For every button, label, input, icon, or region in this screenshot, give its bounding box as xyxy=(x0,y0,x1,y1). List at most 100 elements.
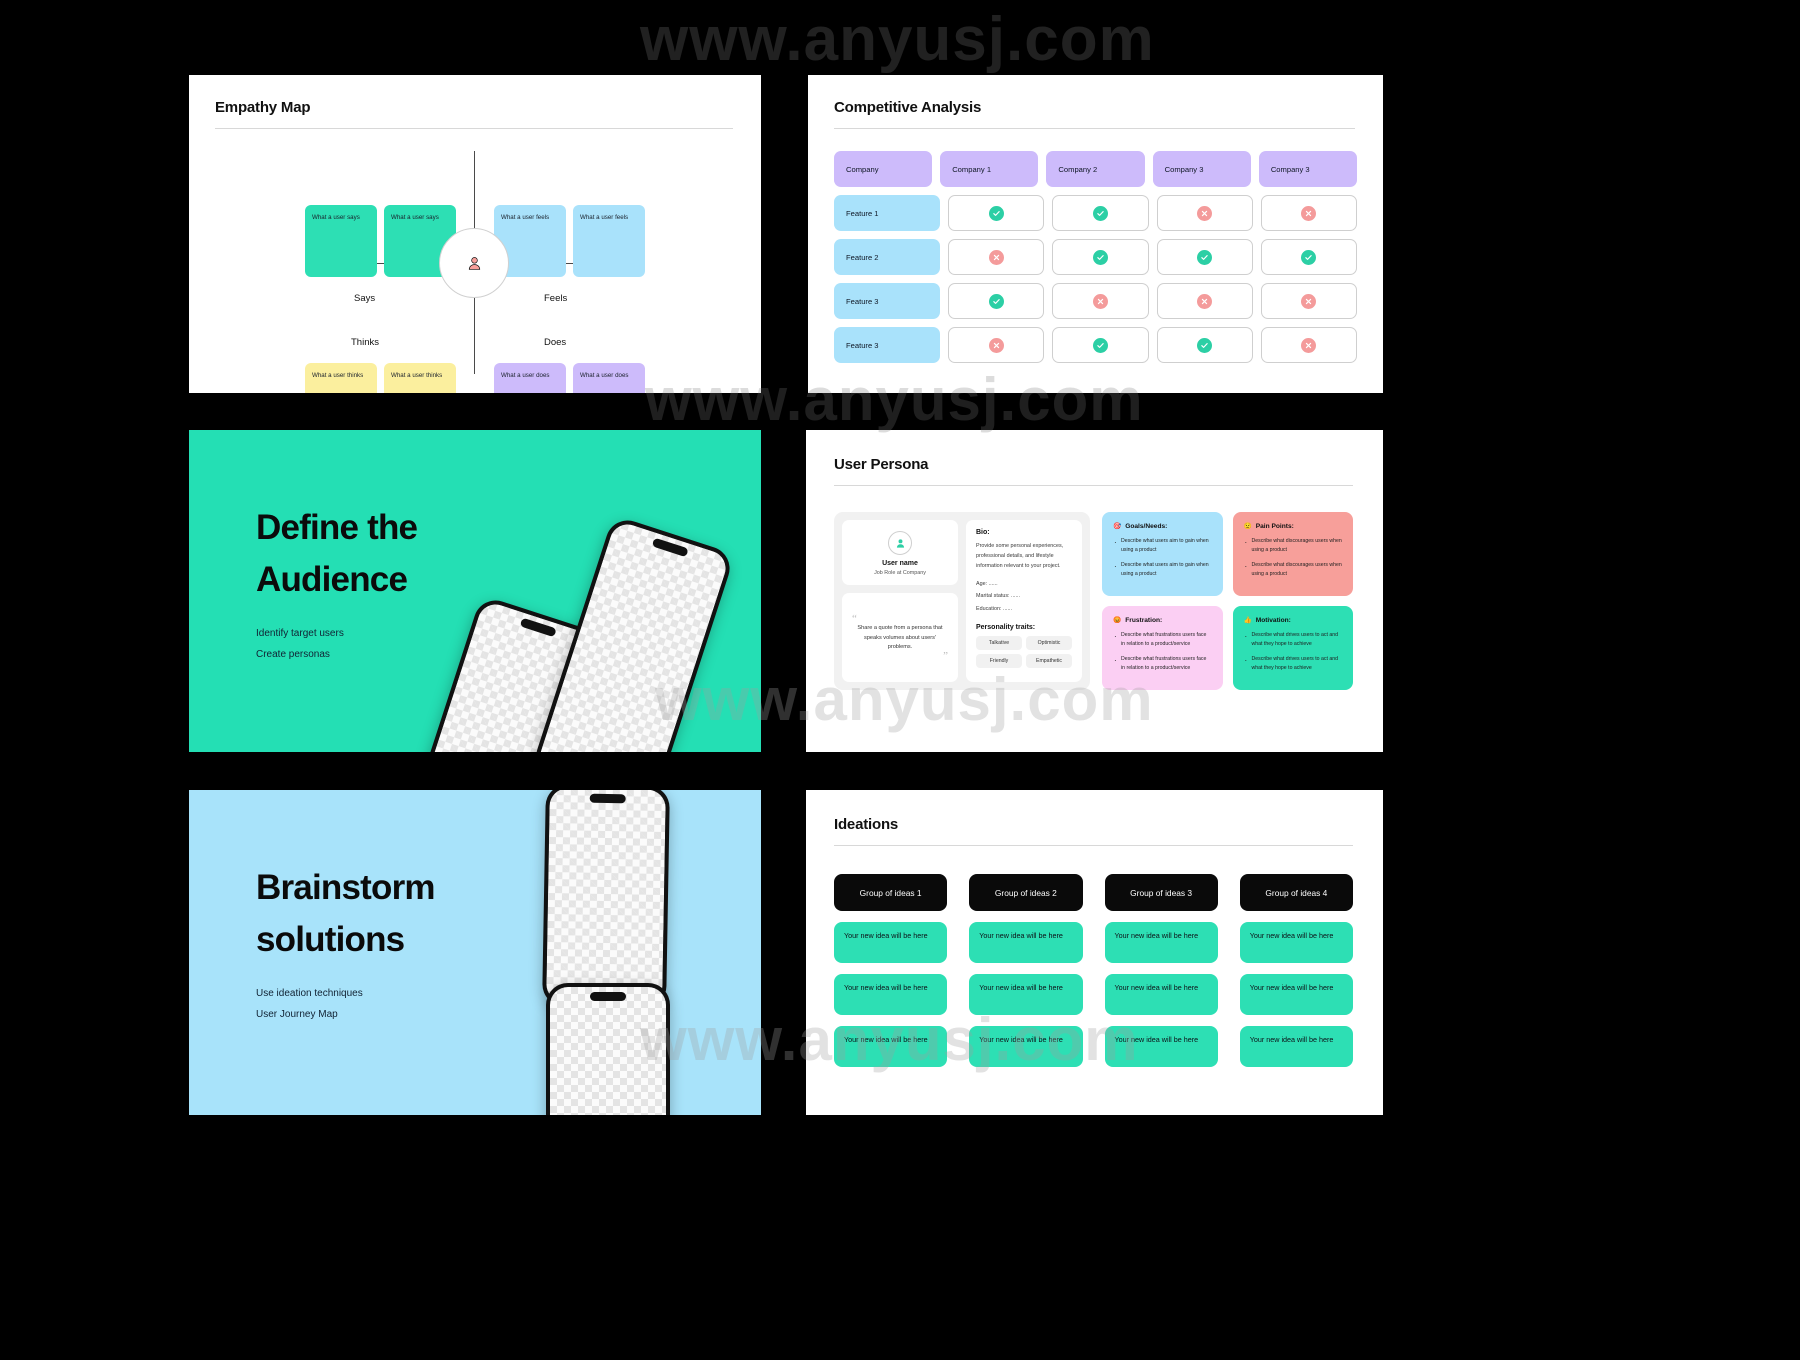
ideation-group-header[interactable]: Group of ideas 1 xyxy=(834,874,948,911)
comparison-cell[interactable] xyxy=(1052,327,1149,363)
slide-header: Ideations xyxy=(806,790,1383,846)
persona-insight-boxes: 🎯 Goals/Needs: Describe what users aim t… xyxy=(1102,512,1353,690)
idea-card[interactable]: Your new idea will be here xyxy=(1239,1026,1353,1067)
persona-box-motivation[interactable]: 👍 Motivation: Describe what drives users… xyxy=(1232,606,1353,690)
slide-header: Empathy Map xyxy=(189,75,761,129)
avatar xyxy=(888,531,912,555)
slide-define-audience[interactable]: Define the Audience Identify target user… xyxy=(189,430,761,752)
sticky-note-thinks[interactable]: What a user thinks xyxy=(384,363,456,393)
persona-bio-card[interactable]: Bio: Provide some personal experiences, … xyxy=(966,520,1082,682)
comparison-cell[interactable] xyxy=(1156,327,1253,363)
slide-competitive-analysis[interactable]: Competitive Analysis Company Company 1 C… xyxy=(808,75,1383,393)
sticky-note-says[interactable]: What a user says xyxy=(305,205,377,277)
table-row[interactable]: Feature 1 xyxy=(834,195,1358,231)
comparison-cell[interactable] xyxy=(1052,195,1149,231)
ideation-group-header[interactable]: Group of ideas 3 xyxy=(1104,874,1218,911)
persona-quote-card[interactable]: “ Share a quote from a persona that spea… xyxy=(842,593,958,682)
slide-bullet: Create personas xyxy=(256,648,330,660)
idea-card[interactable]: Your new idea will be here xyxy=(1104,1026,1218,1067)
comparison-cell[interactable] xyxy=(1156,283,1253,319)
quadrant-label-does: Does xyxy=(544,337,567,348)
traits-heading: Personality traits: xyxy=(976,624,1036,632)
trait-chip[interactable]: Talkative xyxy=(976,636,1022,651)
sticky-note-feels[interactable]: What a user feels xyxy=(573,205,645,277)
comparison-cell[interactable] xyxy=(948,239,1045,275)
ideation-group-header[interactable]: Group of ideas 4 xyxy=(1239,874,1353,911)
box-heading-label: Pain Points: xyxy=(1255,522,1294,530)
slide-header: Competitive Analysis xyxy=(808,75,1383,129)
title-divider xyxy=(215,128,733,129)
slide-brainstorm-solutions[interactable]: Brainstorm solutions Use ideation techni… xyxy=(189,790,761,1115)
persona-job-role: Job Role at Company xyxy=(874,570,926,576)
ideation-group-header[interactable]: Group of ideas 2 xyxy=(969,874,1083,911)
row-feature-label: Feature 3 xyxy=(834,327,941,363)
slide-user-persona[interactable]: User Persona User name Job Role at Compa… xyxy=(806,430,1383,752)
table-row[interactable]: Feature 3 xyxy=(834,327,1358,363)
comparison-cell[interactable] xyxy=(948,327,1045,363)
column-header: Company xyxy=(834,151,933,187)
check-icon xyxy=(988,205,1004,221)
comparison-cell[interactable] xyxy=(1260,327,1358,363)
comparison-cell[interactable] xyxy=(948,283,1045,319)
comparison-cell[interactable] xyxy=(1156,239,1253,275)
slide-bullet: Use ideation techniques xyxy=(256,987,363,999)
sticky-note-thinks[interactable]: What a user thinks xyxy=(305,363,377,393)
table-header-row: Company Company 1 Company 2 Company 3 Co… xyxy=(834,151,1358,187)
comparison-cell[interactable] xyxy=(1052,239,1149,275)
persona-layout: User name Job Role at Company “ Share a … xyxy=(806,486,1383,690)
slide-ideations[interactable]: Ideations Group of ideas 1 Your new idea … xyxy=(806,790,1383,1115)
sticky-note-does[interactable]: What a user does xyxy=(573,363,645,393)
persona-box-frustration[interactable]: 😡 Frustration: Describe what frustration… xyxy=(1102,606,1223,690)
idea-card[interactable]: Your new idea will be here xyxy=(969,1026,1083,1067)
slide-header: User Persona xyxy=(806,430,1383,486)
idea-card[interactable]: Your new idea will be here xyxy=(1239,974,1353,1015)
bio-meta-marital: Marital status: ...... xyxy=(976,593,1021,600)
idea-card[interactable]: Your new idea will be here xyxy=(834,1026,948,1067)
bio-heading: Bio: xyxy=(976,529,990,536)
comparison-cell[interactable] xyxy=(1052,283,1149,319)
box-heading: 😡 Frustration: xyxy=(1113,616,1212,625)
comparison-cell[interactable] xyxy=(1260,283,1358,319)
box-heading: 🎯 Goals/Needs: xyxy=(1113,522,1212,531)
idea-card[interactable]: Your new idea will be here xyxy=(834,974,948,1015)
persona-right-column: Bio: Provide some personal experiences, … xyxy=(966,520,1082,682)
ideation-column: Group of ideas 1 Your new idea will be he… xyxy=(834,874,948,1078)
comparison-cell[interactable] xyxy=(948,195,1045,231)
table-row[interactable]: Feature 2 xyxy=(834,239,1358,275)
comparison-cell[interactable] xyxy=(1156,195,1253,231)
persona-user-name: User name xyxy=(882,560,918,567)
idea-card[interactable]: Your new idea will be here xyxy=(1104,974,1218,1015)
ideation-column: Group of ideas 3 Your new idea will be he… xyxy=(1104,874,1218,1078)
comparison-cell[interactable] xyxy=(1260,195,1358,231)
quadrant-label-thinks: Thinks xyxy=(351,337,379,348)
trait-chip[interactable]: Empathetic xyxy=(1026,654,1072,669)
sticky-note-does[interactable]: What a user does xyxy=(494,363,566,393)
box-heading-label: Goals/Needs: xyxy=(1125,522,1168,530)
column-header: Company 2 xyxy=(1046,151,1145,187)
trait-chip[interactable]: Optimistic xyxy=(1026,636,1072,651)
empathy-map-canvas: What a user says What a user says What a… xyxy=(189,135,761,393)
cross-icon xyxy=(1093,293,1108,309)
cross-icon xyxy=(1301,293,1317,309)
bio-text: Provide some personal experiences, profe… xyxy=(976,543,1064,569)
row-feature-label: Feature 2 xyxy=(834,239,941,275)
trait-chip[interactable]: Friendly xyxy=(976,654,1022,669)
cross-icon xyxy=(988,249,1004,265)
comparison-cell[interactable] xyxy=(1260,239,1358,275)
check-icon xyxy=(1197,337,1213,353)
idea-card[interactable]: Your new idea will be here xyxy=(969,922,1083,963)
persona-identity-card[interactable]: User name Job Role at Company xyxy=(842,520,958,585)
slide-bullet: User Journey Map xyxy=(256,1008,338,1020)
box-list-item: Describe what discourages users when usi… xyxy=(1244,560,1343,579)
ideation-columns: Group of ideas 1 Your new idea will be he… xyxy=(806,846,1383,1078)
persona-box-pain-points[interactable]: 😟 Pain Points: Describe what discourages… xyxy=(1232,512,1353,596)
idea-card[interactable]: Your new idea will be here xyxy=(1239,922,1353,963)
slide-empathy-map[interactable]: Empathy Map What a user says What a user… xyxy=(189,75,761,393)
box-heading: 👍 Motivation: xyxy=(1244,616,1343,625)
user-icon xyxy=(896,538,904,548)
idea-card[interactable]: Your new idea will be here xyxy=(834,922,948,963)
idea-card[interactable]: Your new idea will be here xyxy=(969,974,1083,1015)
idea-card[interactable]: Your new idea will be here xyxy=(1104,922,1218,963)
table-row[interactable]: Feature 3 xyxy=(834,283,1358,319)
persona-box-goals[interactable]: 🎯 Goals/Needs: Describe what users aim t… xyxy=(1102,512,1223,596)
